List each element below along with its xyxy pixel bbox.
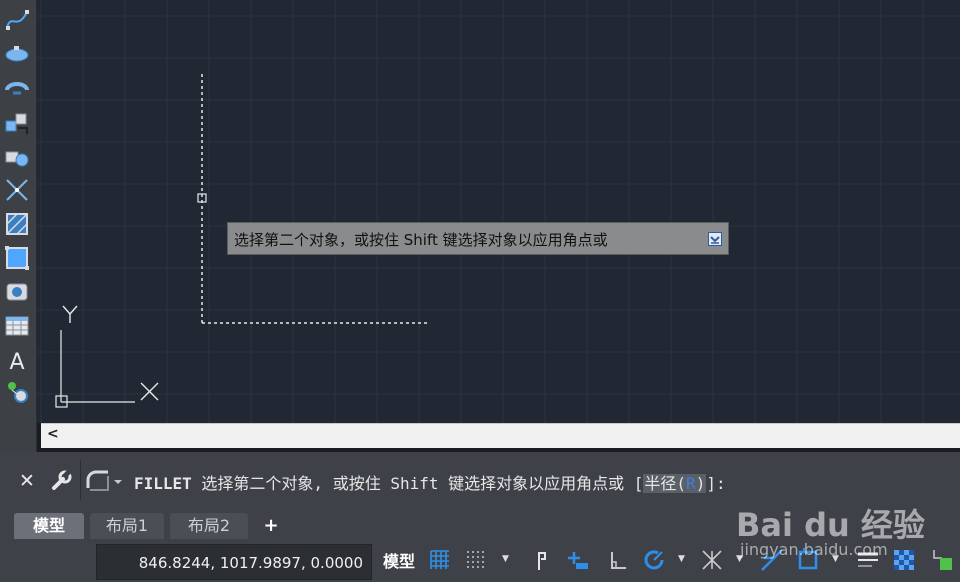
command-prompt: FILLET 选择第二个对象, 或按住 Shift 键选择对象以应用角点或 [半…: [134, 470, 726, 494]
dynamic-input-tooltip: 选择第二个对象，或按住 Shift 键选择对象以应用角点或: [227, 222, 729, 255]
ortho-icon[interactable]: [606, 548, 630, 572]
watermark-url: jingyan.baidu.com: [740, 540, 888, 559]
grid-lines: [37, 0, 960, 423]
baidu-watermark: Bai du 经验 jingyan.baidu.com: [736, 500, 936, 570]
table-icon[interactable]: [3, 312, 31, 340]
cursor-coordinates: 846.8244, 1017.9897, 0.0000: [138, 554, 363, 572]
snap-icon[interactable]: [464, 548, 488, 572]
isometric-icon[interactable]: [700, 548, 724, 572]
hatch-icon[interactable]: [3, 210, 31, 238]
command-prompt-end: ]:: [706, 474, 726, 493]
ellipse-icon[interactable]: [3, 40, 31, 68]
point-icon[interactable]: [3, 176, 31, 204]
radius-option-prefix: 半径(: [644, 474, 687, 493]
command-separator: [80, 460, 81, 500]
gradient-icon[interactable]: [3, 244, 31, 272]
canvas-graphics: [37, 0, 960, 423]
tab-model[interactable]: 模型: [14, 513, 84, 539]
tooltip-text: 选择第二个对象，或按住 Shift 键选择对象以应用角点或: [234, 231, 608, 249]
spline-icon[interactable]: [3, 6, 31, 34]
model-space-button[interactable]: 模型: [376, 544, 422, 580]
command-prompt-text: 选择第二个对象, 或按住 Shift 键选择对象以应用角点或 [: [191, 474, 644, 493]
create-block-icon[interactable]: [3, 142, 31, 170]
horizontal-scrollbar[interactable]: <: [41, 423, 960, 448]
coordinate-display[interactable]: 846.8244, 1017.9897, 0.0000: [96, 544, 372, 580]
options-dropdown-icon[interactable]: [708, 232, 722, 246]
radius-option-suffix: ): [695, 474, 706, 493]
dynamic-input-icon[interactable]: [566, 548, 590, 572]
polar-tracking-icon[interactable]: [642, 548, 666, 572]
scroll-left-button[interactable]: <: [47, 426, 59, 442]
command-keyword: FILLET: [134, 474, 192, 493]
add-selected-icon[interactable]: [3, 378, 31, 406]
draw-toolbar: A: [0, 0, 37, 452]
close-icon[interactable]: ✕: [14, 468, 40, 494]
chevron-down-icon[interactable]: ▼: [678, 554, 688, 564]
multiline-text-icon[interactable]: A: [3, 346, 31, 374]
insert-block-icon[interactable]: [3, 108, 31, 136]
region-icon[interactable]: [3, 278, 31, 306]
drawing-area[interactable]: 选择第二个对象，或按住 Shift 键选择对象以应用角点或: [37, 0, 960, 423]
ucs-y-label: [62, 305, 78, 323]
ellipse-arc-icon[interactable]: [3, 74, 31, 102]
grid-icon[interactable]: [428, 548, 452, 572]
tab-layout1[interactable]: 布局1: [90, 513, 164, 539]
recent-commands-dropdown[interactable]: [86, 470, 124, 492]
tab-layout2[interactable]: 布局2: [170, 513, 248, 539]
autocad-window: A 选择第二个对象，或按住 Shift 键选择对象以应用角点或 < ✕ FILL…: [0, 0, 960, 582]
radius-option-key: R: [686, 474, 696, 493]
text-tool-glyph: A: [9, 350, 24, 374]
infer-constraints-icon[interactable]: [530, 548, 554, 572]
radius-option[interactable]: 半径(R): [643, 474, 707, 493]
chevron-down-icon[interactable]: ▼: [502, 554, 512, 564]
wrench-icon[interactable]: [48, 468, 74, 494]
ucs-x-label: [140, 382, 159, 401]
add-layout-button[interactable]: +: [256, 513, 286, 539]
